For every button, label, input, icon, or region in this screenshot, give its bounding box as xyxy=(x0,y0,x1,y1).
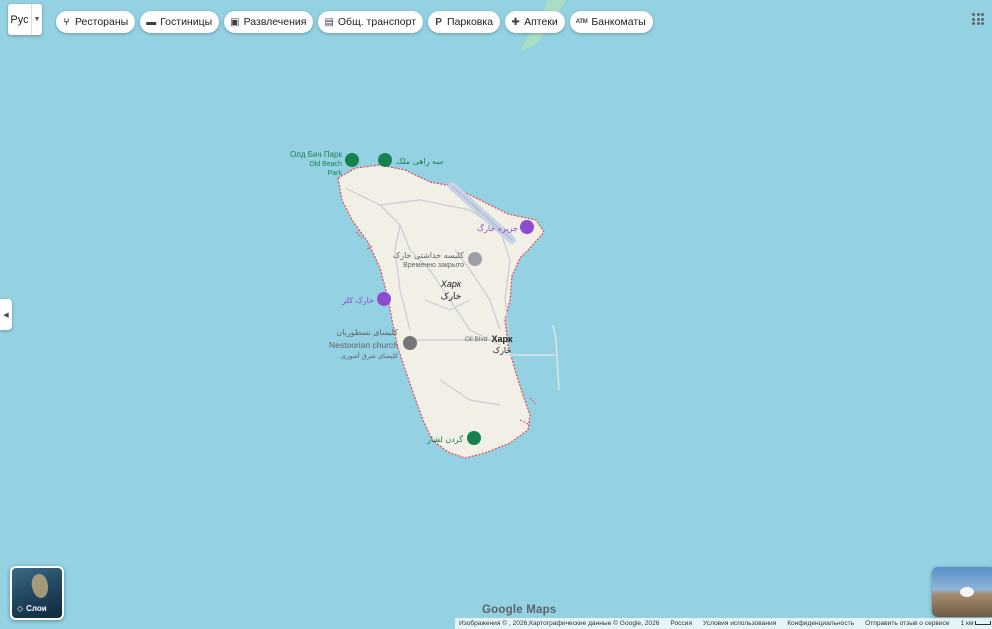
poi-label: کلیسه خداشتی خارک xyxy=(393,251,464,260)
poi-label-fa2: کلیسای شرق آشوری xyxy=(341,351,399,360)
chip-label: Аптеки xyxy=(524,16,558,28)
layers-label: Слои xyxy=(26,604,47,613)
poi-label-en2: Park xyxy=(328,170,343,177)
poi-label-en1: Old Beach xyxy=(309,161,342,168)
chip-entertainment[interactable]: ▣ Развлечения xyxy=(224,11,314,33)
parking-icon: P xyxy=(435,16,442,28)
layers-thumbnail xyxy=(29,572,51,600)
island-land xyxy=(337,164,545,459)
poi-label: جزیره خارگ xyxy=(477,223,518,233)
street-view-icon xyxy=(960,587,974,597)
atm-icon: ATM xyxy=(575,19,588,25)
poi-status: Временно закрыто xyxy=(403,262,464,269)
camera-icon xyxy=(377,292,391,306)
restaurant-icon: ⑂ xyxy=(63,16,70,28)
scale-bar xyxy=(975,621,992,626)
poi-fort[interactable]: خارک کلر xyxy=(341,292,391,306)
chip-transit[interactable]: ▤ Общ. транспорт xyxy=(318,11,424,33)
poi-label-en: Nestoorian church xyxy=(329,340,398,350)
poi-label: سه راهی ملک xyxy=(396,157,443,166)
imagery-attribution: Изображения © , 2026,Картографические да… xyxy=(459,620,660,627)
map-canvas[interactable]: Олд Бич Парк Old Beach Park سه راهی ملک … xyxy=(0,0,992,629)
google-maps-logo: Google Maps xyxy=(482,604,557,616)
camera-icon: ▣ xyxy=(230,16,240,28)
chevron-left-icon: ◀ xyxy=(3,311,9,319)
terms-link[interactable]: Условия использования xyxy=(703,620,776,627)
chip-label: Гостиницы xyxy=(160,16,213,28)
poi-label: گردن لشار xyxy=(426,434,463,444)
chip-label: Рестораны xyxy=(75,16,129,28)
chip-label: Банкоматы xyxy=(591,16,646,28)
language-label: Рус xyxy=(10,13,29,26)
chip-parking[interactable]: P Парковка xyxy=(428,11,501,33)
flower-icon xyxy=(378,153,392,167)
bus-icon: ▤ xyxy=(324,16,334,28)
park-icon xyxy=(467,431,481,445)
road-label-oil-blvd: Oil Blvd xyxy=(465,336,488,343)
chevron-down-icon[interactable]: ▼ xyxy=(31,4,42,35)
church-icon xyxy=(403,336,417,350)
scale-control[interactable]: 1 км xyxy=(961,620,992,627)
collapse-panel-button[interactable]: ◀ xyxy=(0,299,12,330)
language-selector[interactable]: Рус ▼ xyxy=(8,4,42,35)
map-footer: Изображения © , 2026,Картографические да… xyxy=(455,618,992,629)
region-link[interactable]: Россия xyxy=(670,620,692,627)
poi-label: خارک کلر xyxy=(341,296,374,305)
hotel-icon: ▬ xyxy=(146,16,157,28)
chip-label: Общ. транспорт xyxy=(337,16,417,28)
park-icon xyxy=(345,153,359,167)
poi-label-ru: Олд Бич Парк xyxy=(290,150,342,159)
layers-button[interactable]: ◇ Слои xyxy=(10,566,64,620)
town-label-fa: خارک xyxy=(493,346,511,355)
area-label-fa: خارک xyxy=(441,291,462,302)
chip-label: Парковка xyxy=(447,16,494,28)
apps-grid-icon[interactable] xyxy=(972,13,984,25)
street-view-thumbnail[interactable] xyxy=(932,567,992,617)
chip-label: Развлечения xyxy=(243,16,307,28)
chip-restaurants[interactable]: ⑂ Рестораны xyxy=(56,11,136,33)
poi-sea-park[interactable]: سه راهی ملک xyxy=(378,153,443,167)
chip-pharmacies[interactable]: ✚ Аптеки xyxy=(505,11,565,33)
pharmacy-icon: ✚ xyxy=(511,16,520,28)
scale-label: 1 км xyxy=(960,620,974,627)
chip-atms[interactable]: ATM Банкоматы xyxy=(569,11,653,33)
poi-label-fa: کلیسای نسطوریان xyxy=(336,328,398,337)
chip-hotels[interactable]: ▬ Гостиницы xyxy=(140,11,220,33)
category-chips: ⑂ Рестораны ▬ Гостиницы ▣ Развлечения ▤ … xyxy=(56,11,653,33)
area-label-ru: Харк xyxy=(440,279,462,289)
feedback-link[interactable]: Отправить отзыв о сервисе xyxy=(865,620,949,627)
church-icon xyxy=(468,252,482,266)
camera-icon xyxy=(520,220,534,234)
town-label-ru: Харк xyxy=(491,334,513,344)
privacy-link[interactable]: Конфиденциальность xyxy=(787,620,854,627)
layers-icon: ◇ xyxy=(17,604,24,613)
